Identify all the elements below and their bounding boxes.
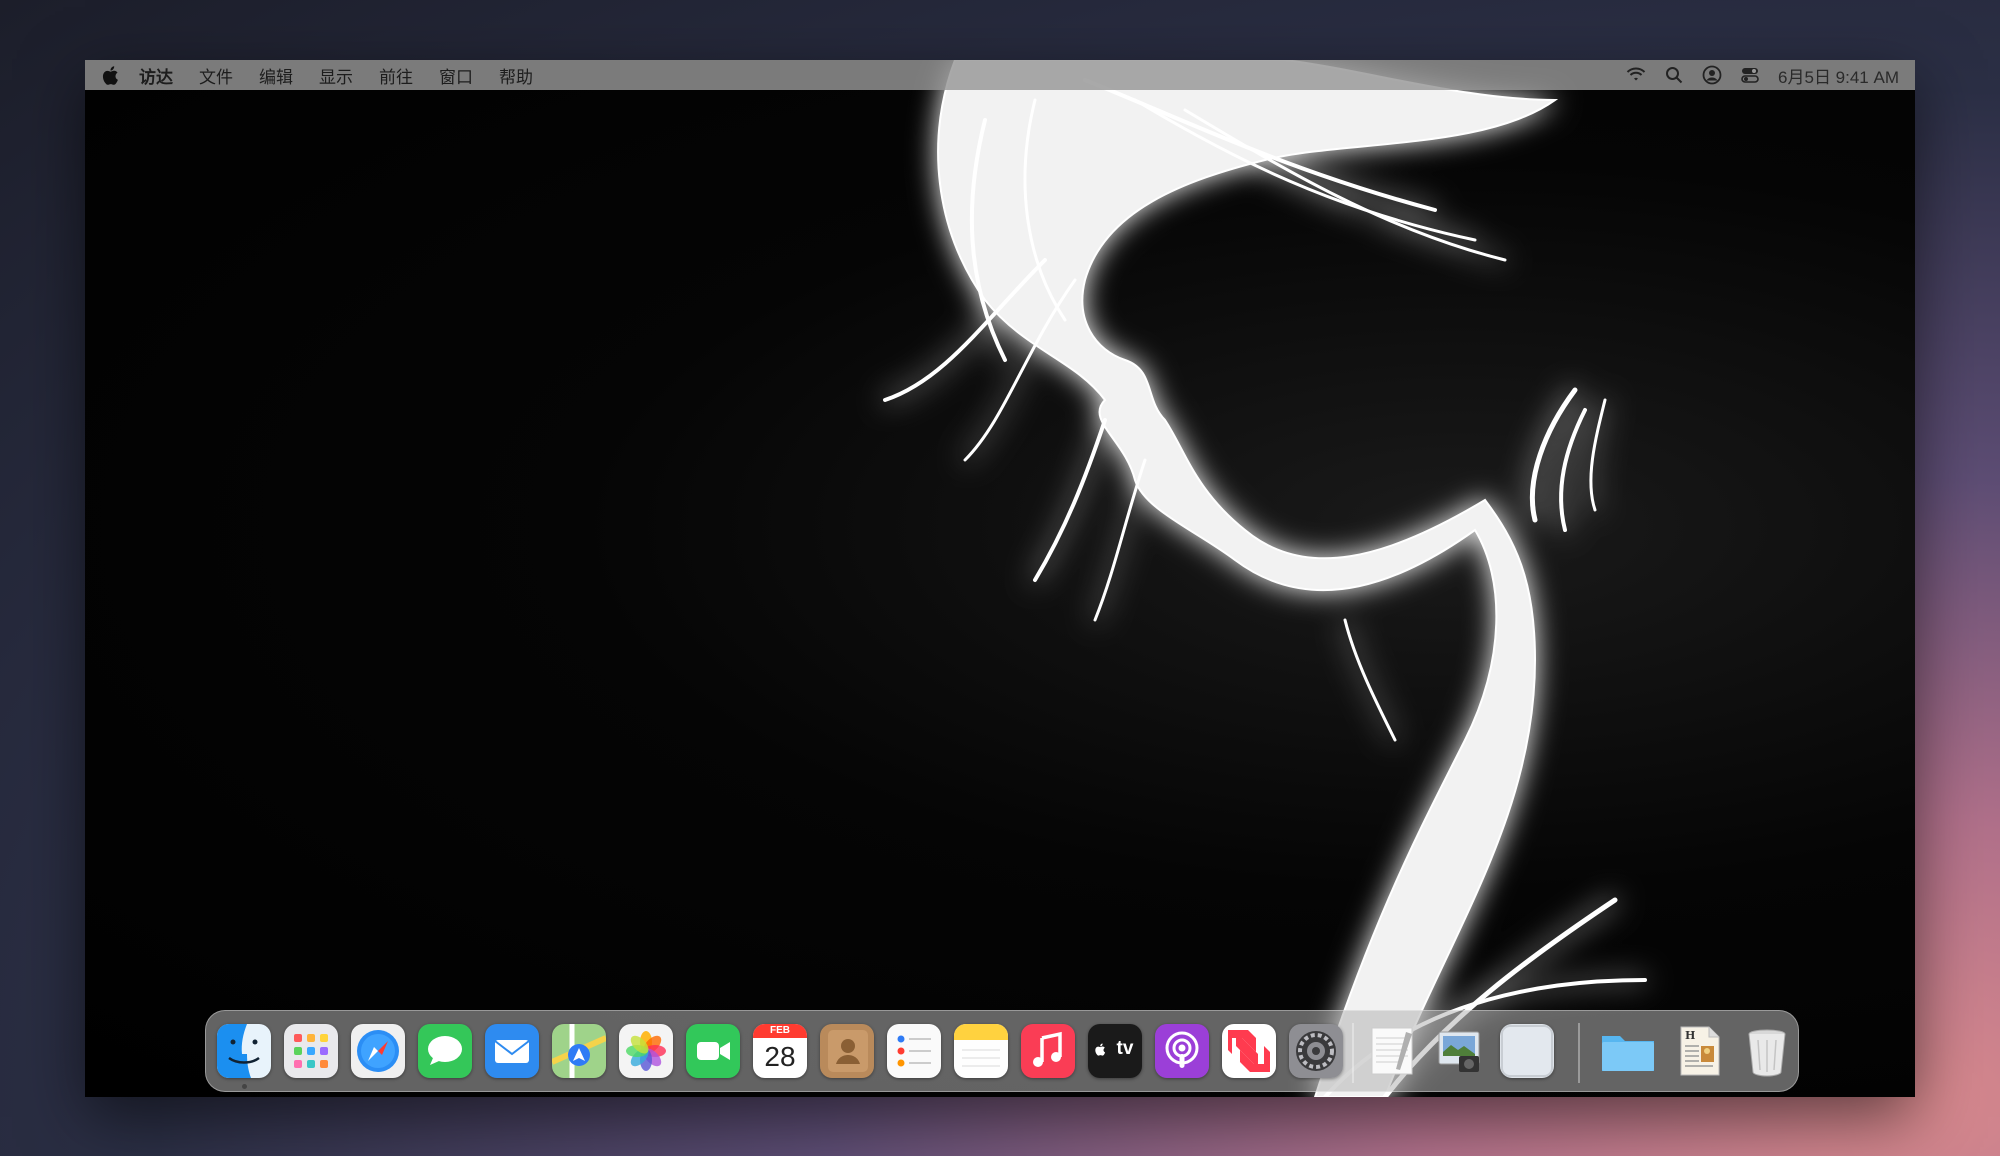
apple-logo-icon[interactable] [101, 63, 123, 87]
calendar-month: FEB [770, 1025, 790, 1036]
svg-text:H: H [1685, 1029, 1695, 1042]
textedit-icon[interactable] [1366, 1024, 1420, 1078]
podcasts-icon[interactable] [1155, 1024, 1209, 1078]
apple-tv-icon[interactable]: tv [1088, 1024, 1142, 1078]
menu-view[interactable]: 显示 [319, 63, 353, 88]
tv-label: tv [1116, 1038, 1134, 1059]
launchpad-icon[interactable] [284, 1024, 338, 1078]
system-settings-icon[interactable] [1289, 1024, 1343, 1078]
facetime-icon[interactable] [686, 1024, 740, 1078]
trash-icon[interactable] [1740, 1024, 1794, 1078]
desktop-screen: 访达 文件 编辑 显示 前往 窗口 帮助 6月5日 9:41 AM FEB 28… [85, 60, 1915, 1097]
dock: FEB 28 tv H [205, 1010, 1799, 1092]
calendar-icon[interactable]: FEB 28 [753, 1024, 807, 1078]
menu-window[interactable]: 窗口 [439, 63, 473, 88]
window-thumbnail-icon[interactable] [1500, 1024, 1554, 1078]
folder-icon[interactable] [1598, 1024, 1658, 1078]
menu-go[interactable]: 前往 [379, 63, 413, 88]
search-icon[interactable] [1662, 63, 1686, 87]
mail-icon[interactable] [485, 1024, 539, 1078]
finder-running-indicator [242, 1084, 247, 1089]
preview-icon[interactable] [1433, 1024, 1487, 1078]
menu-edit[interactable]: 编辑 [259, 63, 293, 88]
reminders-icon[interactable] [887, 1024, 941, 1078]
menu-clock[interactable]: 6月5日 9:41 AM [1778, 63, 1899, 88]
menu-file[interactable]: 文件 [199, 63, 233, 88]
music-icon[interactable] [1021, 1024, 1075, 1078]
dock-divider-2 [1578, 1023, 1580, 1083]
notes-icon[interactable] [954, 1024, 1008, 1078]
wallpaper-illustration [883, 60, 1647, 1097]
calendar-day: 28 [764, 1041, 796, 1072]
dock-divider [1352, 1023, 1354, 1083]
wifi-icon[interactable] [1624, 63, 1648, 87]
menu-bar: 访达 文件 编辑 显示 前往 窗口 帮助 6月5日 9:41 AM [85, 60, 1915, 90]
document-icon[interactable]: H [1673, 1024, 1727, 1078]
safari-icon[interactable] [351, 1024, 405, 1078]
messages-icon[interactable] [418, 1024, 472, 1078]
contacts-icon[interactable] [820, 1024, 874, 1078]
news-icon[interactable] [1222, 1024, 1276, 1078]
control-center-icon[interactable] [1738, 63, 1762, 87]
finder-icon[interactable] [217, 1024, 271, 1078]
user-icon[interactable] [1700, 63, 1724, 87]
photos-icon[interactable] [619, 1024, 673, 1078]
menu-finder[interactable]: 访达 [139, 63, 173, 88]
menu-help[interactable]: 帮助 [499, 63, 533, 88]
maps-icon[interactable] [552, 1024, 606, 1078]
